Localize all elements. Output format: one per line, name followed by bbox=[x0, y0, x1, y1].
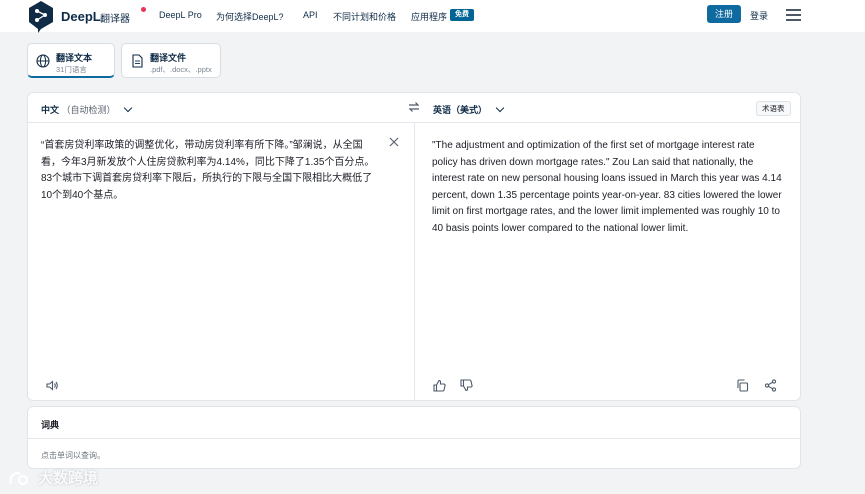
nav-pricing[interactable]: 不同计划和价格 bbox=[333, 10, 396, 23]
target-language-selector[interactable]: 英语（美式） bbox=[433, 103, 504, 116]
globe-icon bbox=[36, 54, 50, 68]
login-link[interactable]: 登录 bbox=[750, 9, 768, 22]
tab-title: 翻译文件 bbox=[150, 53, 187, 63]
source-language: 中文 bbox=[41, 105, 60, 115]
share-icon[interactable] bbox=[764, 379, 777, 392]
tab-translate-text[interactable]: 翻译文本 31门语言 bbox=[27, 43, 115, 78]
tab-title: 翻译文本 bbox=[56, 53, 93, 63]
deepl-logo-icon[interactable] bbox=[27, 0, 55, 34]
dictionary-title: 词典 bbox=[41, 420, 60, 430]
swap-languages-icon[interactable] bbox=[408, 101, 420, 113]
panel-divider bbox=[414, 123, 415, 401]
notification-dot bbox=[141, 7, 146, 12]
brand-subtitle: 翻译器 bbox=[100, 14, 130, 25]
nav-api[interactable]: API bbox=[303, 10, 318, 20]
thumbs-up-icon[interactable] bbox=[433, 379, 446, 392]
tab-translate-files[interactable]: 翻译文件 .pdf、.docx、.pptx bbox=[121, 43, 221, 78]
speaker-icon[interactable] bbox=[46, 379, 59, 392]
translator-panel: 中文 （自动检测） 英语（美式） 术语表 “首套房贷利率政策的调整优化，带动房贷… bbox=[27, 92, 801, 401]
target-text[interactable]: "The adjustment and optimization of the … bbox=[432, 138, 782, 237]
divider bbox=[28, 438, 800, 439]
close-icon[interactable] bbox=[389, 137, 399, 147]
source-language-selector[interactable]: 中文 （自动检测） bbox=[41, 103, 133, 116]
tab-subtitle: 31门语言 bbox=[56, 65, 87, 74]
hamburger-menu-icon[interactable] bbox=[786, 9, 801, 21]
nav-apps[interactable]: 应用程序 bbox=[411, 10, 447, 23]
watermark-logo-icon bbox=[9, 471, 29, 486]
source-textarea[interactable]: “首套房贷利率政策的调整优化，带动房贷利率有所下降。”邹澜说，从全国看，今年3月… bbox=[41, 138, 381, 204]
target-language: 英语（美式） bbox=[433, 105, 488, 115]
copy-icon[interactable] bbox=[736, 379, 749, 392]
chevron-down-icon bbox=[495, 103, 504, 113]
dictionary-hint: 点击单词以查询。 bbox=[41, 451, 105, 460]
tab-subtitle: .pdf、.docx、.pptx bbox=[150, 65, 212, 74]
thumbs-down-icon[interactable] bbox=[460, 379, 473, 392]
register-button[interactable]: 注册 bbox=[707, 5, 741, 23]
chevron-down-icon bbox=[123, 103, 133, 113]
apps-free-badge: 免费 bbox=[450, 9, 474, 21]
top-navbar: DeepL 翻译器 DeepL Pro 为何选择DeepL? API 不同计划和… bbox=[0, 0, 865, 34]
dictionary-panel: 词典 点击单词以查询。 bbox=[27, 406, 801, 469]
document-icon bbox=[132, 54, 143, 68]
brand-name[interactable]: DeepL bbox=[61, 9, 101, 24]
glossary-button[interactable]: 术语表 bbox=[756, 101, 791, 116]
nav-deepl-pro[interactable]: DeepL Pro bbox=[159, 10, 202, 20]
watermark-text: 大数跨境 bbox=[38, 470, 99, 487]
auto-detect-label: （自动检测） bbox=[61, 105, 116, 115]
nav-why-deepl[interactable]: 为何选择DeepL? bbox=[216, 10, 284, 23]
